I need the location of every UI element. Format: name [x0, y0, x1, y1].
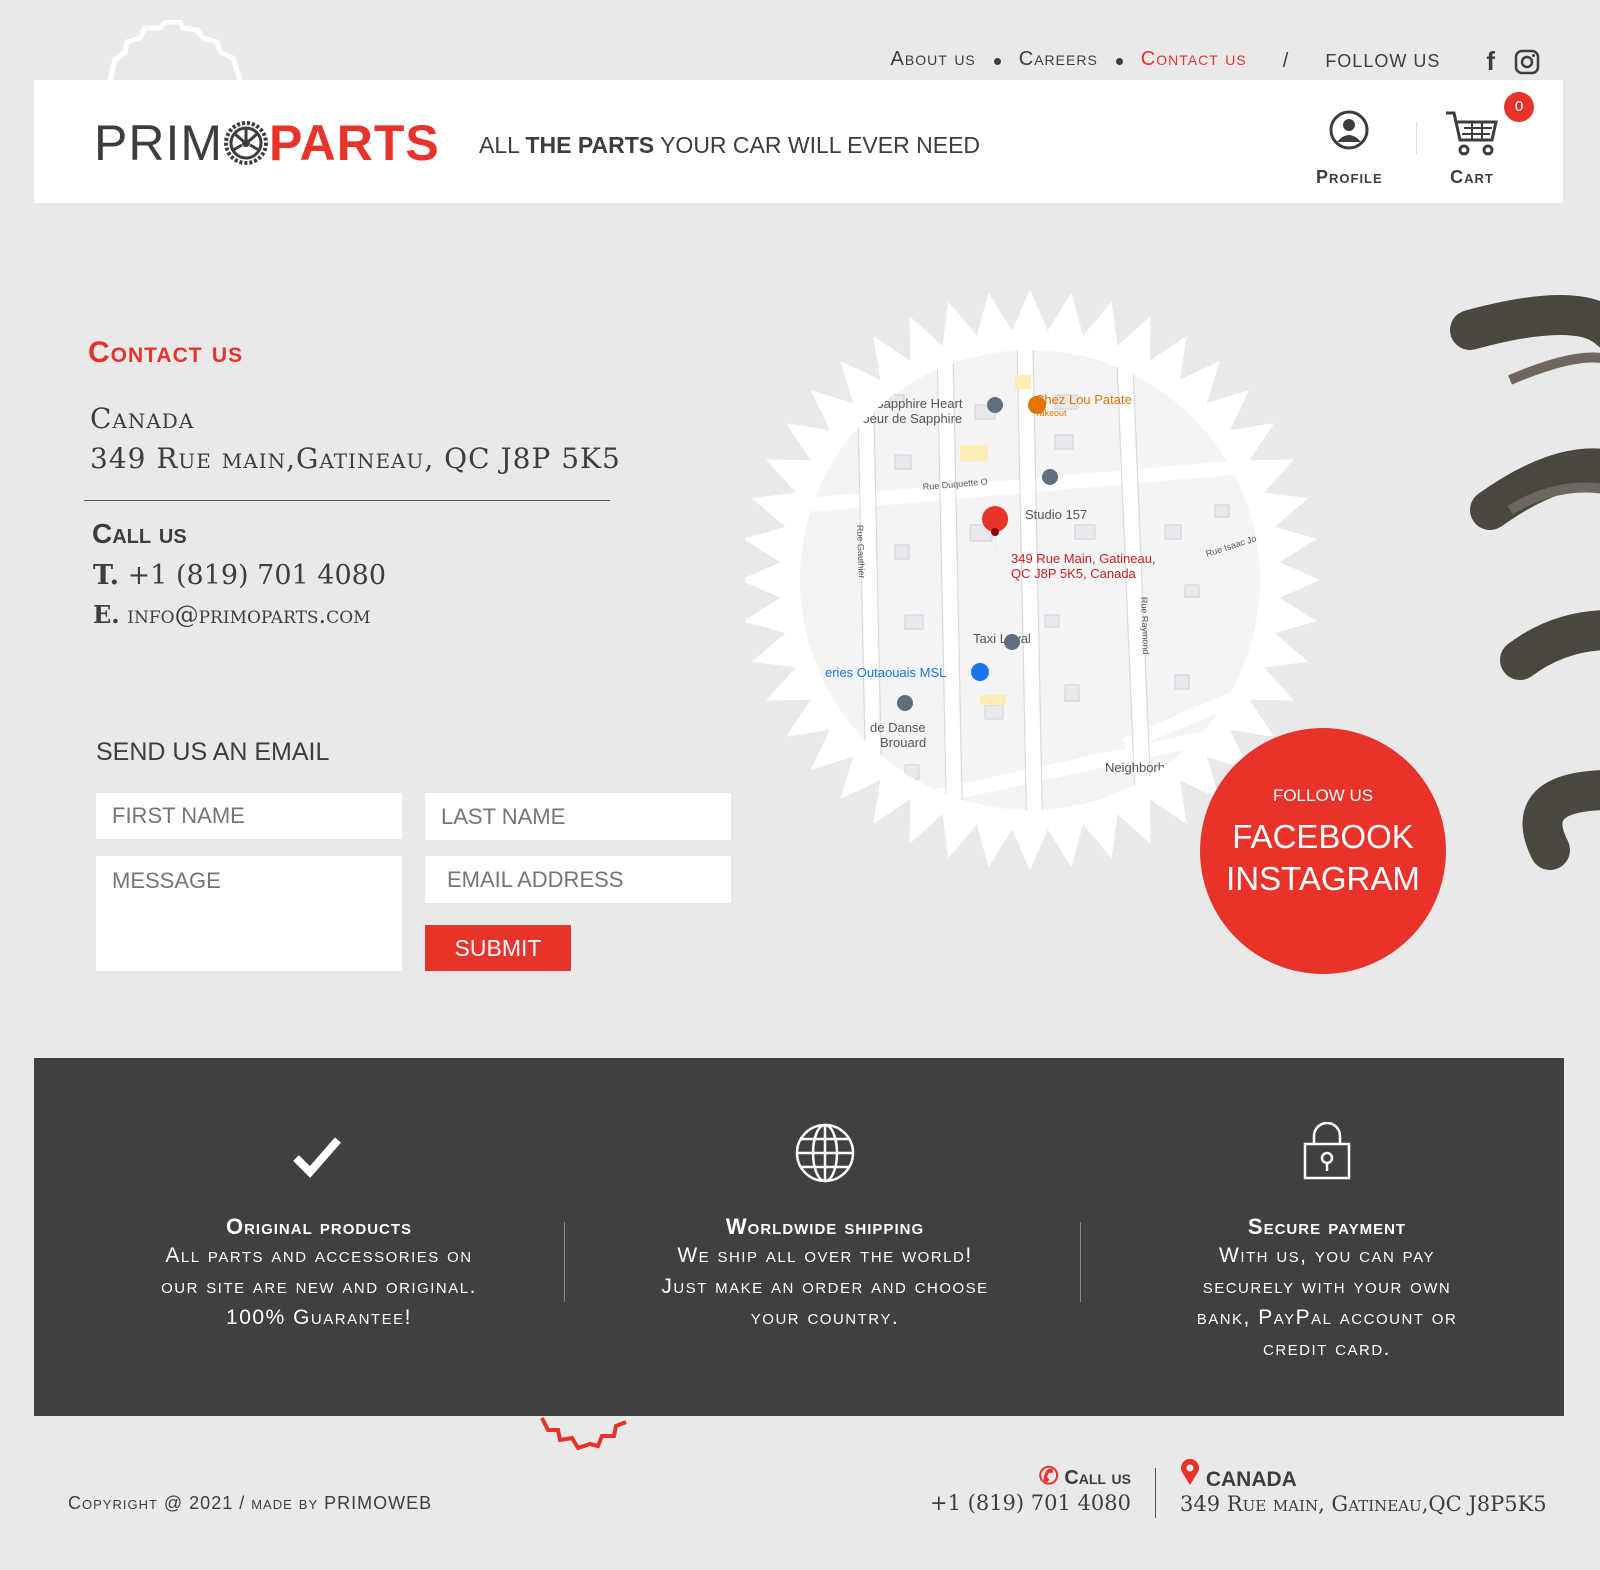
map-label: de Danse	[870, 720, 926, 735]
map-label: Brouard	[880, 735, 926, 750]
copyright: Copyright @ 2021 / made by PRIMOWEB	[68, 1493, 433, 1513]
feature-line: securely with your own	[1202, 1275, 1452, 1298]
map-label: QC J8P 5K5, Canada	[1011, 566, 1137, 581]
instagram-icon[interactable]	[1514, 49, 1540, 75]
profile-button[interactable]: Profile	[1316, 110, 1383, 188]
facebook-link[interactable]: FACEBOOK	[1200, 818, 1446, 856]
follow-us-circle: FOLLOW US FACEBOOK INSTAGRAM	[1200, 728, 1446, 974]
contact-country: Canada	[90, 402, 195, 435]
call-us-title: Call us	[92, 518, 187, 549]
feature-title: Worldwide shipping	[725, 1214, 925, 1239]
last-name-input[interactable]	[425, 793, 731, 840]
map-label: Rue Gauthier	[855, 525, 867, 579]
feature-line: 100% Guarantee!	[226, 1306, 412, 1329]
submit-button[interactable]: SUBMIT	[425, 925, 571, 971]
divider	[84, 500, 610, 501]
feature-title: Original products	[225, 1214, 413, 1239]
profile-label: Profile	[1316, 167, 1383, 187]
feature-payment: Secure payment With us, you can pay secu…	[1072, 1058, 1582, 1364]
logo-text-parts: PARTS	[269, 115, 440, 171]
feature-line: our site are new and original.	[161, 1275, 477, 1298]
follow-us-label: FOLLOW US	[1272, 786, 1374, 805]
nav-dot	[1115, 58, 1123, 65]
first-name-input[interactable]	[96, 793, 402, 839]
feature-line: All parts and accessories on	[165, 1244, 473, 1267]
feature-line: We ship all over the world!	[677, 1244, 973, 1267]
map-label: 349 Rue Main, Gatineau,	[1011, 551, 1156, 566]
globe-icon	[795, 1123, 855, 1183]
phone-label: T.	[93, 560, 120, 591]
coil-spring-image	[1450, 295, 1600, 870]
map-label: Rue Raymond	[1139, 597, 1151, 655]
wheel-icon	[224, 121, 268, 165]
padlock-icon	[1303, 1122, 1351, 1180]
place-pin-icon	[897, 695, 913, 711]
nav-dot	[993, 58, 1001, 65]
instagram-link[interactable]: INSTAGRAM	[1200, 860, 1446, 898]
location-pin-icon	[1181, 1458, 1199, 1485]
footer-location: CANADA 349 Rue main, Gatineau,QC J8P5K5	[1180, 1458, 1547, 1516]
checkmark-icon	[293, 1137, 342, 1178]
header-divider	[1416, 122, 1417, 154]
place-pin-icon	[1004, 634, 1020, 650]
logo-text-primo: PRIM	[94, 115, 223, 171]
follow-us-label: FOLLOW US	[1325, 51, 1441, 71]
map-label: eries Outaouais MSL	[825, 665, 946, 680]
gear-decoration-icon	[107, 20, 243, 80]
footer-address: 349 Rue main, Gatineau,QC J8P5K5	[1180, 1492, 1547, 1516]
facebook-icon[interactable]: f	[1486, 46, 1496, 77]
site-header: PRIM PARTS ALL THE PARTS YOUR CAR WILL E…	[34, 80, 1563, 203]
email-line: E. info@primoparts.com	[93, 600, 371, 629]
email-input[interactable]	[425, 856, 731, 903]
logo[interactable]: PRIM PARTS	[94, 114, 440, 172]
feature-line: Just make an order and choose	[661, 1275, 989, 1298]
feature-original: Original products All parts and accessor…	[64, 1058, 574, 1333]
cart-icon	[1446, 111, 1498, 156]
tagline: ALL THE PARTS YOUR CAR WILL EVER NEED	[479, 132, 980, 159]
tagline-bold: THE PARTS	[525, 132, 655, 158]
restaurant-pin-icon	[1028, 396, 1046, 414]
divider	[564, 1222, 565, 1302]
footer-call: ✆ Call us +1 (819) 701 4080	[930, 1462, 1131, 1515]
tagline-part: ALL	[479, 132, 526, 158]
contact-address: 349 Rue main,Gatineau, QC J8P 5K5	[90, 442, 621, 475]
footer-phone[interactable]: +1 (819) 701 4080	[930, 1491, 1131, 1515]
feature-shipping: Worldwide shipping We ship all over the …	[570, 1058, 1080, 1333]
features-band: Original products All parts and accessor…	[34, 1058, 1564, 1416]
cart-button[interactable]: Cart	[1444, 110, 1500, 188]
nav-separator: /	[1282, 50, 1290, 72]
form-title: SEND US AN EMAIL	[96, 738, 330, 766]
place-pin-icon	[1042, 469, 1058, 485]
feature-line: your country.	[750, 1306, 900, 1329]
feature-line: With us, you can pay	[1219, 1244, 1435, 1267]
feature-title: Secure payment	[1247, 1214, 1407, 1239]
map-label: Taxi Loyal	[973, 631, 1031, 646]
phone-line: T. +1 (819) 701 4080	[93, 560, 386, 591]
shop-pin-icon	[971, 663, 989, 681]
place-pin-icon	[987, 397, 1003, 413]
phone-number[interactable]: +1 (819) 701 4080	[128, 560, 386, 591]
phone-icon: ✆	[1038, 1463, 1059, 1490]
feature-line: bank, PayPal account or	[1196, 1306, 1458, 1329]
contact-title: Contact us	[88, 336, 244, 369]
profile-icon	[1329, 110, 1369, 150]
footer-country: CANADA	[1205, 1468, 1297, 1491]
divider	[1155, 1468, 1156, 1518]
map-label: Chez Lou Patate	[1035, 392, 1132, 407]
map-label: Studio 157	[1025, 507, 1087, 522]
gear-decoration-icon	[540, 1417, 627, 1450]
feature-line: credit card.	[1262, 1337, 1391, 1360]
email-address[interactable]: info@primoparts.com	[127, 601, 370, 629]
cart-count-badge: 0	[1504, 92, 1534, 122]
tagline-part: YOUR CAR WILL EVER NEED	[654, 132, 981, 158]
footer-call-title: Call us	[1064, 1467, 1131, 1489]
email-label: E.	[93, 600, 120, 629]
cart-label: Cart	[1450, 167, 1494, 187]
message-input[interactable]	[96, 856, 402, 971]
